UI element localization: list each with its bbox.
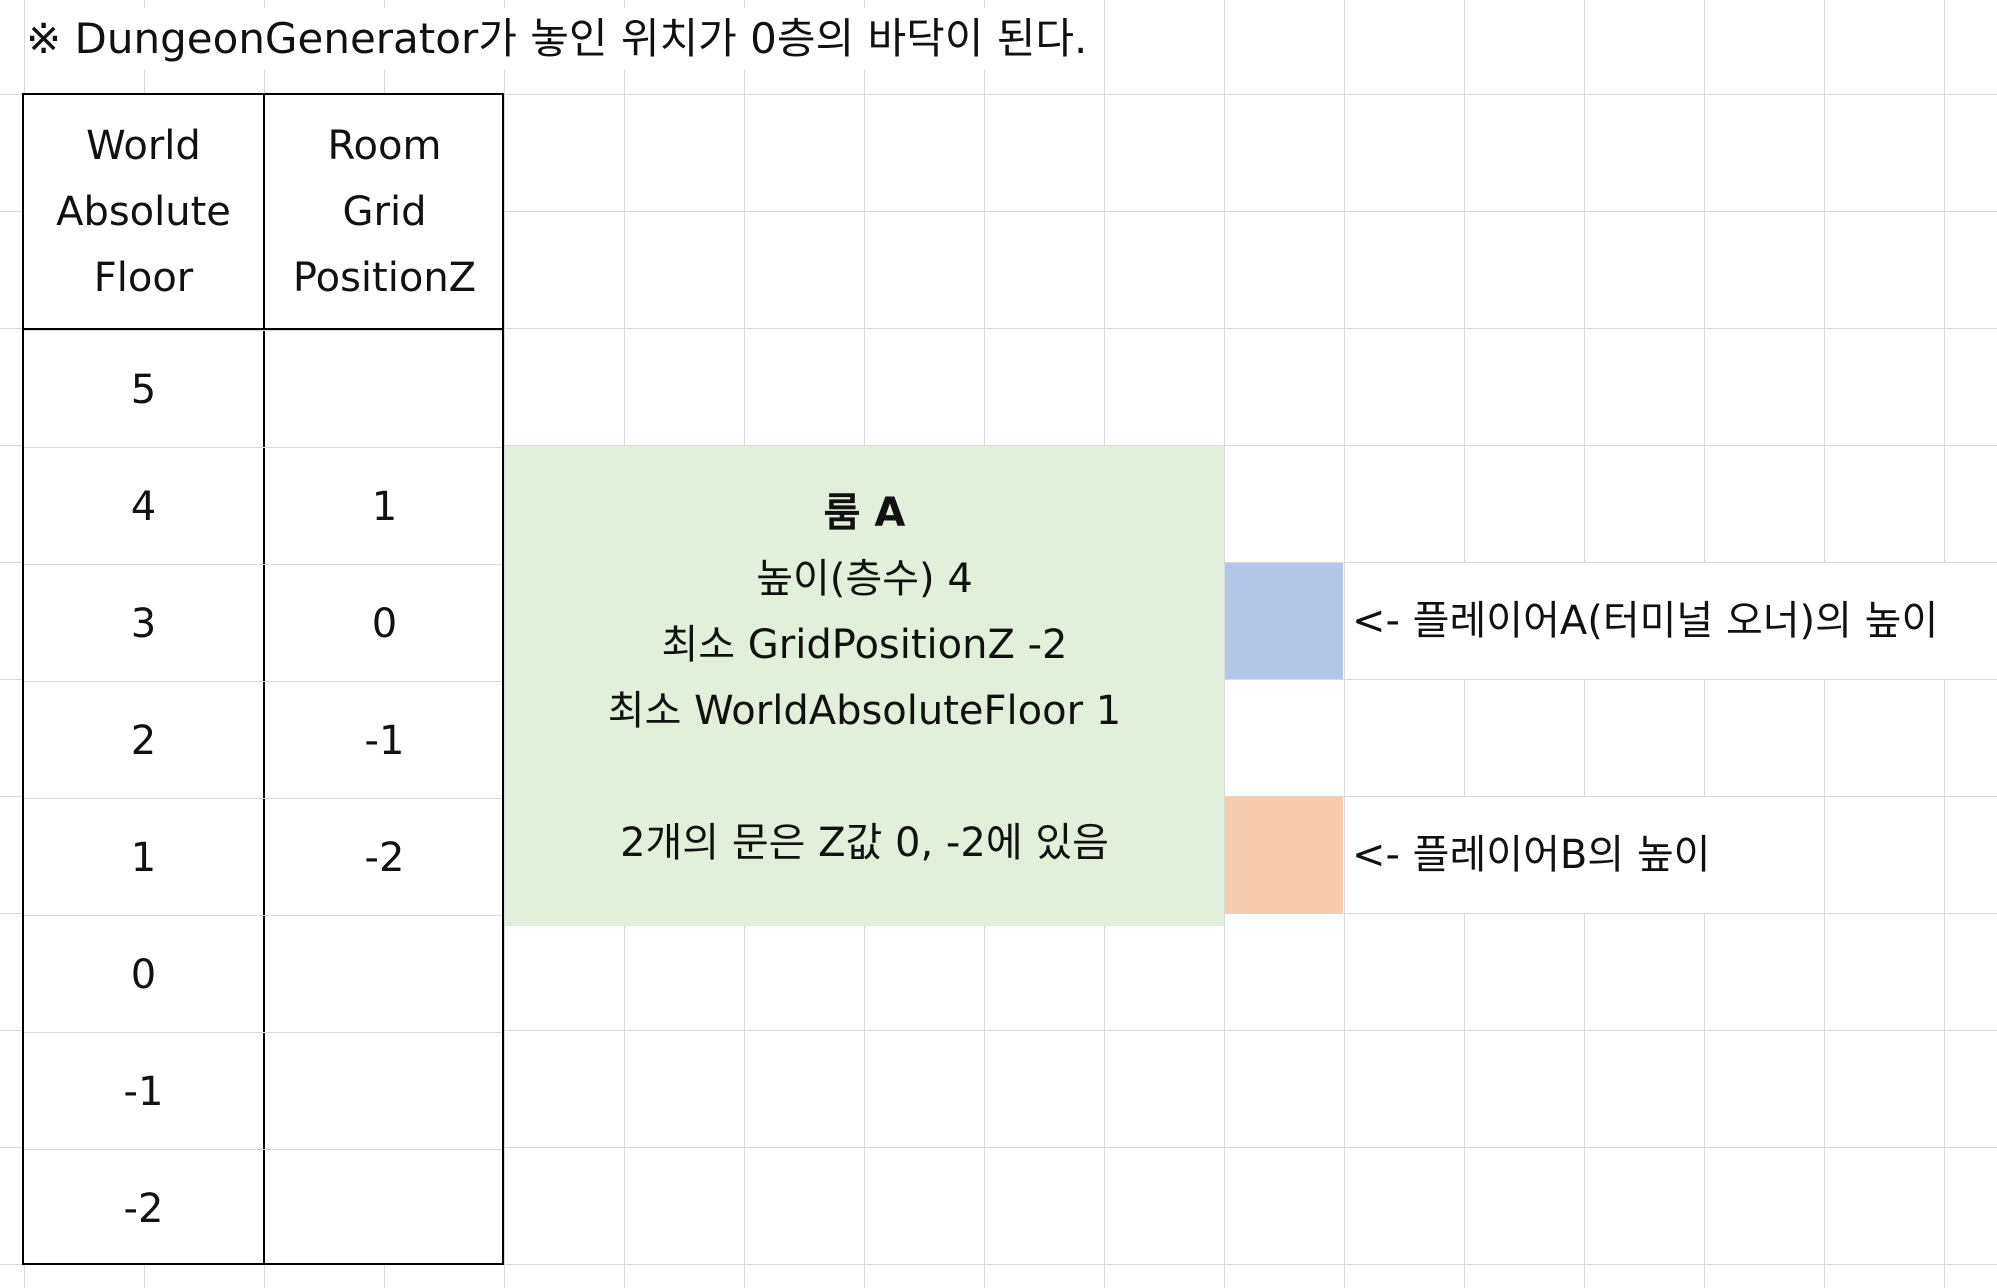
table-row: 3 0 xyxy=(24,564,502,682)
room-a-block: 룸 A 높이(층수) 4 최소 GridPositionZ -2 최소 Worl… xyxy=(505,446,1224,926)
table-row: -2 xyxy=(24,1149,502,1267)
gridz-cell: -1 xyxy=(364,717,405,764)
player-a-label: <- 플레이어A(터미널 오너)의 높이 xyxy=(1352,563,1947,679)
floor-cell: 2 xyxy=(130,717,157,764)
gridz-cell: 0 xyxy=(371,600,398,647)
player-b-swatch xyxy=(1225,797,1343,913)
room-a-content: 룸 A 높이(층수) 4 최소 GridPositionZ -2 최소 Worl… xyxy=(505,480,1224,876)
header-line: Absolute xyxy=(56,188,231,235)
room-title: 룸 A xyxy=(823,490,906,536)
gridz-cell xyxy=(265,1150,504,1267)
header-line: Grid xyxy=(342,188,427,235)
gridz-cell: -2 xyxy=(364,834,405,881)
room-doors-line: 2개의 문은 Z값 0, -2에 있음 xyxy=(620,820,1109,866)
floor-table: World Absolute Floor Room Grid PositionZ… xyxy=(22,93,504,1265)
header-line: Room xyxy=(327,122,442,169)
room-min-gridz-line: 최소 GridPositionZ -2 xyxy=(661,622,1068,668)
table-row: 5 xyxy=(24,330,502,448)
floor-cell: 1 xyxy=(130,834,157,881)
table-row: -1 xyxy=(24,1032,502,1150)
gridz-cell xyxy=(265,916,504,1033)
gridz-cell xyxy=(265,1033,504,1150)
note-text: ※ DungeonGenerator가 놓인 위치가 0층의 바닥이 된다. xyxy=(26,8,1098,70)
floor-cell: -1 xyxy=(123,1068,164,1115)
floor-cell: -2 xyxy=(123,1185,164,1232)
gridz-cell: 1 xyxy=(371,483,398,530)
floor-cell: 0 xyxy=(130,951,157,998)
table-row: 4 1 xyxy=(24,447,502,565)
header-room-grid-positionz: Room Grid PositionZ xyxy=(265,95,504,328)
header-line: World xyxy=(86,122,201,169)
room-min-floor-line: 최소 WorldAbsoluteFloor 1 xyxy=(607,688,1122,734)
table-row: 0 xyxy=(24,915,502,1033)
table-row: 1 -2 xyxy=(24,798,502,916)
gridz-cell xyxy=(265,331,504,448)
player-b-label: <- 플레이어B의 높이 xyxy=(1352,797,1719,913)
header-line: PositionZ xyxy=(292,254,477,301)
table-row: 2 -1 xyxy=(24,681,502,799)
player-a-swatch xyxy=(1225,563,1343,679)
header-line: Floor xyxy=(93,254,194,301)
floor-cell: 5 xyxy=(130,366,157,413)
room-height-line: 높이(층수) 4 xyxy=(756,556,973,602)
floor-cell: 3 xyxy=(130,600,157,647)
floor-cell: 4 xyxy=(130,483,157,530)
header-world-absolute-floor: World Absolute Floor xyxy=(24,95,263,328)
